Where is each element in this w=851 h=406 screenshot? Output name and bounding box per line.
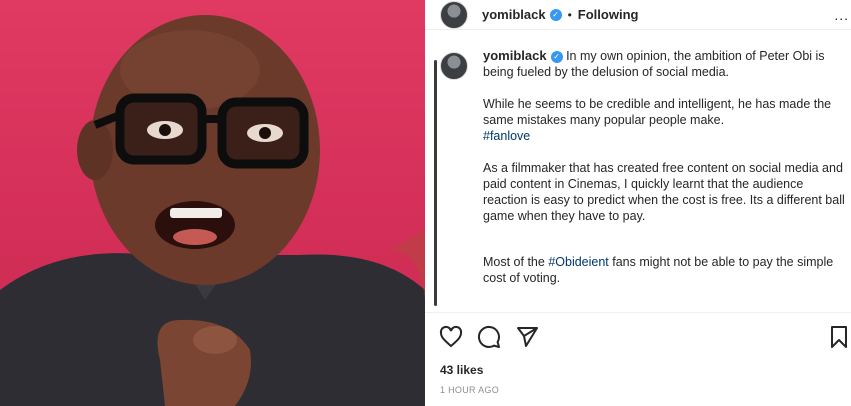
avatar[interactable] xyxy=(440,0,468,29)
caption-paragraph-1: yomiblack ✓ In my own opinion, the ambiti… xyxy=(483,48,848,80)
caption-paragraph-4: Most of the #Obideient fans might not be… xyxy=(483,254,848,286)
caption-text-4a: Most of the xyxy=(483,255,549,269)
verified-badge-icon: ✓ xyxy=(550,50,563,63)
action-bar xyxy=(439,325,539,349)
separator-dot: • xyxy=(567,7,572,22)
caption-text: yomiblack ✓ In my own opinion, the ambiti… xyxy=(483,48,848,302)
caption-area: yomiblack ✓ In my own opinion, the ambiti… xyxy=(425,48,851,310)
more-options-icon[interactable]: ... xyxy=(834,7,849,23)
caption-username[interactable]: yomiblack xyxy=(483,48,547,63)
caption-paragraph-3: As a filmmaker that has created free con… xyxy=(483,161,845,223)
follow-button[interactable]: Following xyxy=(578,7,639,22)
divider xyxy=(425,312,851,313)
post-image[interactable] xyxy=(0,0,425,406)
post-header: yomiblack ✓ • Following ... xyxy=(425,0,851,30)
hashtag-fanlove[interactable]: #fanlove xyxy=(483,129,530,143)
avatar[interactable] xyxy=(440,52,468,80)
bookmark-icon[interactable] xyxy=(829,326,849,348)
caption-row: yomiblack ✓ In my own opinion, the ambiti… xyxy=(440,48,851,302)
post-panel: yomiblack ✓ • Following ... yomiblack ✓ I… xyxy=(425,0,851,406)
likes-count[interactable]: 43 likes xyxy=(440,363,483,377)
heart-icon[interactable] xyxy=(439,325,463,349)
portrait-illustration xyxy=(0,15,425,406)
username[interactable]: yomiblack xyxy=(482,7,546,22)
comment-icon[interactable] xyxy=(477,325,501,349)
caption-paragraph-2: While he seems to be credible and intell… xyxy=(483,96,848,144)
hashtag-obideient[interactable]: #Obideient xyxy=(548,255,608,269)
post-timestamp[interactable]: 1 HOUR AGO xyxy=(440,385,499,395)
caption-text-2: While he seems to be credible and intell… xyxy=(483,97,832,127)
verified-badge-icon: ✓ xyxy=(549,8,562,21)
share-icon[interactable] xyxy=(515,325,539,349)
